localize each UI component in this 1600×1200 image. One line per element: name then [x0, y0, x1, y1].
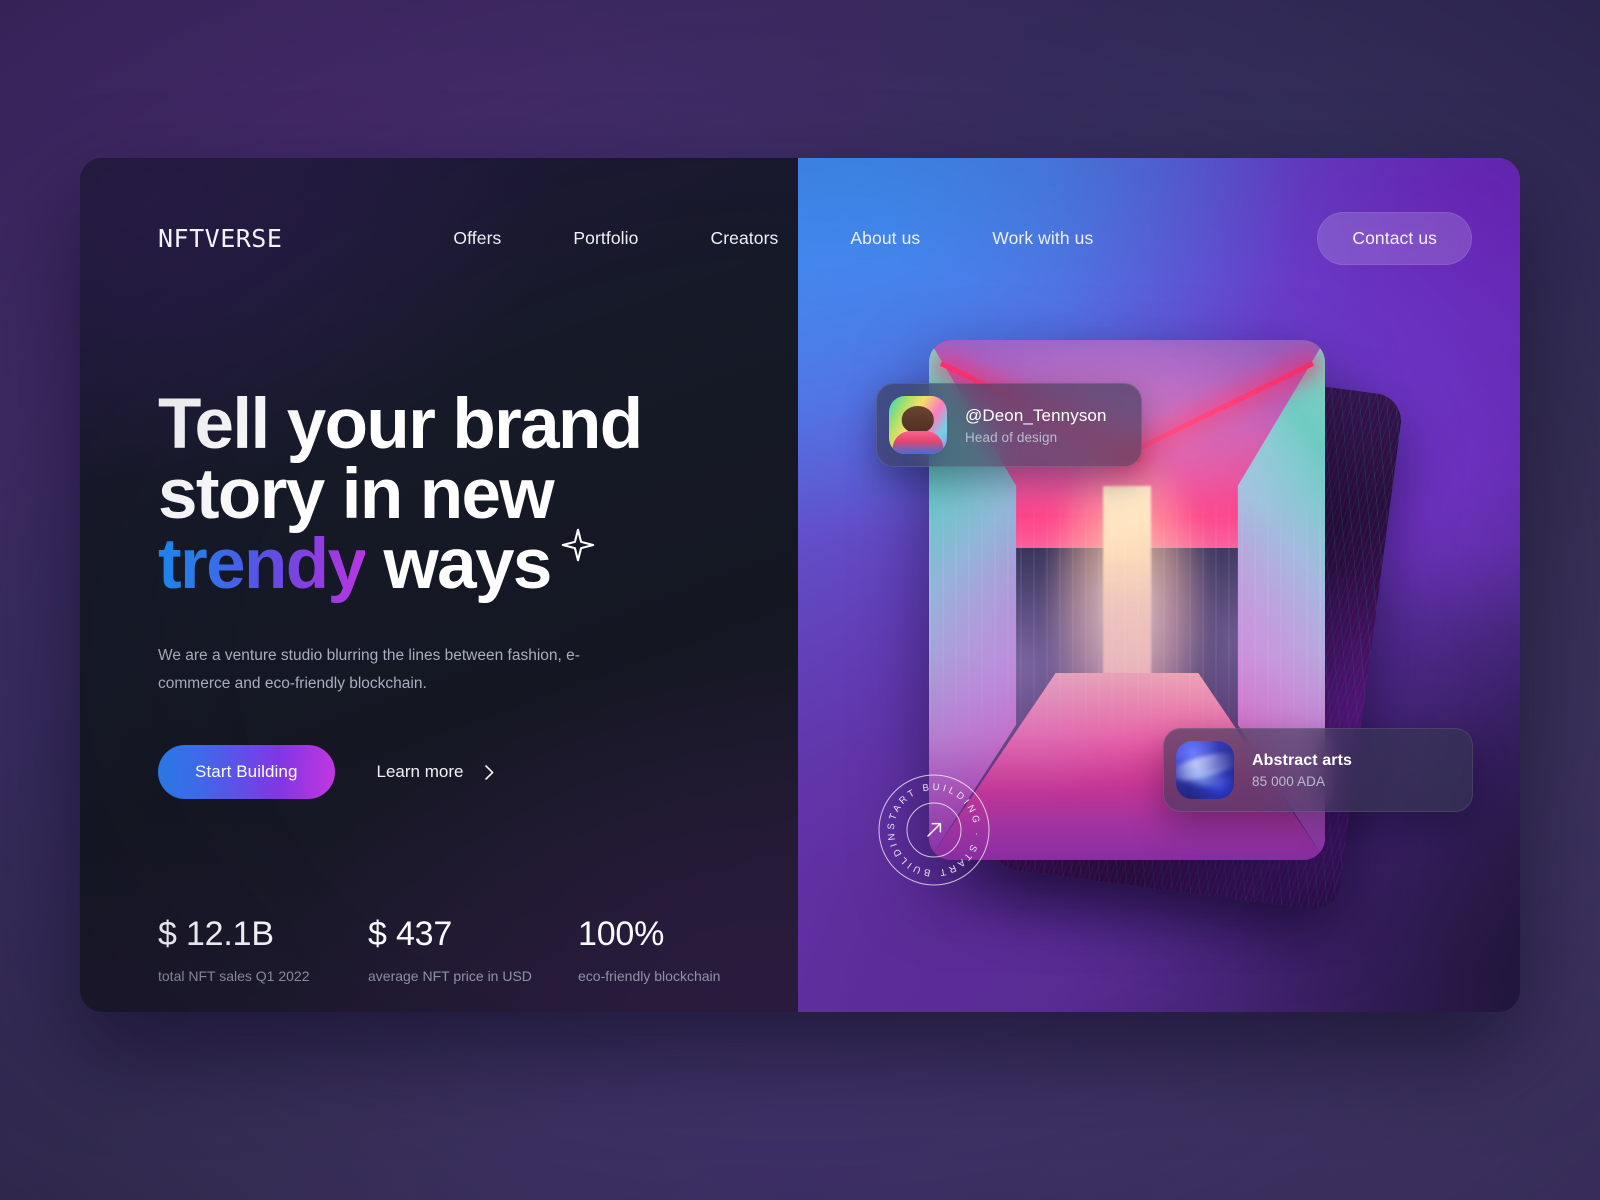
avatar: [889, 396, 947, 454]
hero-card: Tell your brand story in new trendy ways…: [80, 158, 1520, 1012]
nav-link-portfolio[interactable]: Portfolio: [537, 228, 674, 249]
stat-value: $ 12.1B: [158, 915, 274, 954]
hero-content: Tell your brand story in new trendy ways…: [158, 158, 798, 984]
start-building-badge[interactable]: START BUILDING · START BUILDING ·: [876, 772, 992, 888]
start-building-button[interactable]: Start Building: [158, 745, 335, 800]
stat-item: $ 12.1B total NFT sales Q1 2022: [158, 915, 368, 984]
nav-link-work-with-us[interactable]: Work with us: [956, 228, 1129, 249]
nav-link-about-us[interactable]: About us: [814, 228, 956, 249]
headline-gradient-word: trendy: [158, 524, 367, 604]
hero-cta-row: Start Building Learn more: [158, 745, 798, 800]
learn-more-label: Learn more: [376, 762, 464, 782]
sparkle-star-icon: [561, 504, 595, 562]
nft-chip-text: Abstract arts 85 000 ADA: [1252, 752, 1352, 789]
headline-line-1: Tell your brand: [158, 385, 643, 464]
author-chip[interactable]: @Deon_Tennyson Head of design: [876, 383, 1142, 467]
learn-more-link[interactable]: Learn more: [377, 762, 495, 782]
page-background: Tell your brand story in new trendy ways…: [0, 0, 1600, 1200]
nav-links: Offers Portfolio Creators About us Work …: [453, 228, 1129, 249]
stat-item: 100% eco-friendly blockchain: [578, 915, 788, 984]
headline-line-2: story in new: [158, 454, 555, 534]
arrow-up-right-icon: [927, 822, 942, 837]
nav-link-creators[interactable]: Creators: [674, 228, 814, 249]
hero-left-pane: Tell your brand story in new trendy ways…: [80, 158, 798, 1012]
stat-label: total NFT sales Q1 2022: [158, 968, 310, 985]
hero-right-pane: @Deon_Tennyson Head of design Abstract a…: [798, 158, 1520, 1012]
nav-link-offers[interactable]: Offers: [453, 228, 537, 249]
headline-line-3-rest: ways: [365, 524, 553, 604]
nft-price: 85 000 ADA: [1252, 773, 1326, 789]
nft-title: Abstract arts: [1252, 751, 1353, 769]
author-handle: @Deon_Tennyson: [965, 405, 1107, 425]
brand-logo[interactable]: NFTVERSE: [158, 224, 282, 253]
contact-us-button[interactable]: Contact us: [1317, 211, 1472, 265]
stat-value: $ 437: [368, 915, 453, 954]
chevron-right-icon: [485, 764, 494, 780]
stat-label: eco-friendly blockchain: [578, 968, 721, 985]
page-title: Tell your brand story in new trendy ways: [158, 385, 798, 600]
badge-circular-text: START BUILDING · START BUILDING ·: [876, 772, 982, 878]
headline-line-3: trendy ways: [158, 528, 595, 600]
nft-info-chip[interactable]: Abstract arts 85 000 ADA: [1163, 728, 1474, 812]
stat-item: $ 437 average NFT price in USD: [368, 915, 578, 984]
stats-row: $ 12.1B total NFT sales Q1 2022 $ 437 av…: [158, 915, 798, 984]
author-role: Head of design: [965, 429, 1058, 445]
author-chip-text: @Deon_Tennyson Head of design: [965, 406, 1107, 445]
stat-value: 100%: [578, 915, 665, 954]
stat-label: average NFT price in USD: [368, 968, 532, 985]
hero-subtext: We are a venture studio blurring the lin…: [158, 646, 580, 693]
abstract-art-thumbnail-icon: [1176, 741, 1234, 799]
